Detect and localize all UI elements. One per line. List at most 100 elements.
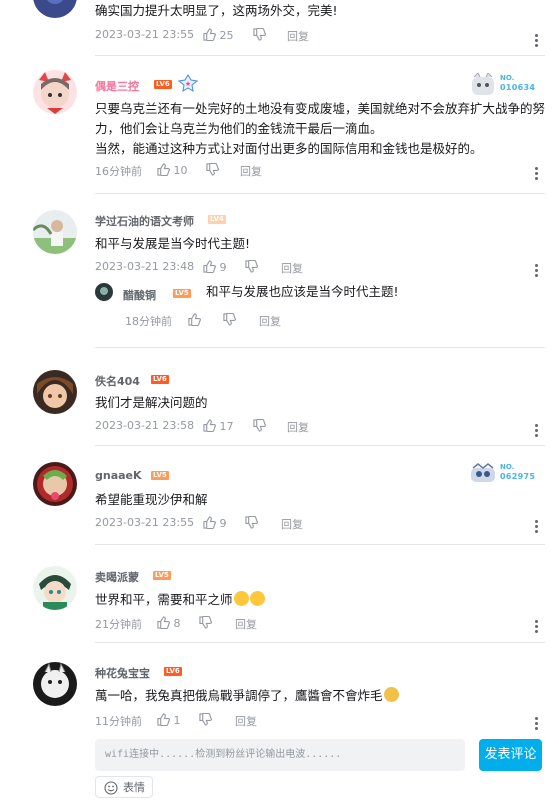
thumbs-up-icon — [203, 419, 216, 432]
thumbs-down-icon — [245, 516, 258, 529]
username[interactable]: 卖暍派蒙 — [95, 569, 139, 585]
thumbs-up-icon — [188, 313, 201, 326]
dislike-button[interactable] — [199, 713, 212, 727]
comment-time: 2023-03-21 23:55 — [95, 28, 195, 41]
emoji-button-label: 表情 — [123, 781, 145, 794]
dislike-button[interactable] — [245, 260, 258, 274]
reply-button[interactable]: 回复 — [235, 616, 257, 632]
comment-text: 和平与发展是当今时代主题! — [95, 236, 251, 251]
comment-composer: wifi连接中......检测到粉丝评论输出电波...... 发表评论 表情 — [0, 734, 559, 800]
like-button[interactable]: 17 — [203, 419, 234, 433]
like-count: 9 — [219, 261, 227, 274]
grin-emoji-icon — [233, 591, 249, 606]
username[interactable]: 偶是三控 — [95, 78, 139, 94]
like-count: 9 — [219, 517, 227, 530]
thumbs-down-icon — [199, 713, 212, 726]
level-badge: LV5 — [153, 571, 171, 580]
dislike-button[interactable] — [206, 163, 219, 177]
reply-button[interactable]: 回复 — [259, 313, 281, 329]
reply-avatar[interactable] — [95, 283, 113, 301]
reply-button[interactable]: 回复 — [281, 516, 303, 532]
more-vertical-icon[interactable] — [534, 167, 540, 181]
username[interactable]: 佚名404 — [95, 373, 140, 389]
username[interactable]: 学过石油的语文考师 — [95, 213, 194, 229]
comment-text-body: 世界和平，需要和平之师 — [95, 592, 233, 607]
like-count: 8 — [173, 617, 181, 630]
like-count: 25 — [219, 29, 234, 42]
level-badge: LV5 — [151, 471, 169, 480]
thumbs-down-icon — [253, 419, 266, 432]
thumbs-up-icon — [157, 616, 170, 629]
dislike-button[interactable] — [253, 419, 266, 433]
avatar[interactable] — [33, 566, 77, 610]
like-count: 10 — [173, 164, 188, 177]
username[interactable]: gnaaeK — [95, 469, 142, 482]
like-button[interactable]: 8 — [157, 616, 181, 630]
dislike-button[interactable] — [245, 516, 258, 530]
cat-emoji-icon — [383, 687, 399, 702]
send-comment-button[interactable]: 发表评论 — [479, 739, 542, 771]
like-button[interactable]: 25 — [203, 28, 234, 42]
more-vertical-icon[interactable] — [534, 34, 540, 48]
smiley-icon — [104, 781, 118, 795]
fan-badge-icon — [472, 72, 494, 95]
username[interactable]: 种花兔宝宝 — [95, 665, 150, 681]
reply-time: 18分钟前 — [125, 315, 172, 328]
grin-emoji-icon — [249, 591, 265, 606]
divider — [95, 55, 545, 56]
reply-button[interactable]: 回复 — [281, 260, 303, 276]
like-count: 1 — [173, 714, 181, 727]
level-badge: LV4 — [208, 215, 226, 224]
avatar[interactable] — [33, 662, 77, 706]
more-vertical-icon[interactable] — [534, 424, 540, 438]
reply-username[interactable]: 醋酸铜 — [123, 287, 156, 303]
fan-badge-label: NO. — [500, 463, 515, 471]
more-vertical-icon[interactable] — [534, 520, 540, 534]
like-button[interactable]: 9 — [203, 260, 227, 274]
divider — [95, 445, 545, 446]
medal-icon: ★ — [177, 74, 199, 92]
dislike-button[interactable] — [223, 313, 236, 327]
comment-text: 世界和平，需要和平之师 — [95, 590, 545, 610]
avatar[interactable] — [33, 70, 77, 114]
more-vertical-icon[interactable] — [534, 620, 540, 634]
level-badge: LV6 — [151, 375, 169, 384]
comment-time: 16分钟前 — [95, 165, 142, 178]
like-button[interactable] — [188, 313, 201, 327]
comment-text: 希望能重现沙伊和解 — [95, 492, 208, 507]
like-button[interactable]: 9 — [203, 516, 227, 530]
comment-input[interactable]: wifi连接中......检测到粉丝评论输出电波...... — [95, 739, 465, 771]
thumbs-up-icon — [157, 713, 170, 726]
comment-text: 萬一哈，我兔真把俄烏戰爭調停了，鷹醬會不會炸毛 — [95, 686, 545, 706]
reply-button[interactable]: 回复 — [235, 713, 257, 729]
fan-badge-number: 062975 — [500, 472, 536, 481]
comment-time: 2023-03-21 23:58 — [95, 419, 195, 432]
reply-button[interactable]: 回复 — [287, 28, 309, 44]
thumbs-down-icon — [223, 313, 236, 326]
svg-text:★: ★ — [185, 80, 191, 88]
like-button[interactable]: 10 — [157, 163, 188, 177]
comment-time: 11分钟前 — [95, 715, 142, 728]
dislike-button[interactable] — [253, 28, 266, 42]
level-badge: LV6 — [154, 80, 172, 89]
avatar[interactable] — [33, 462, 77, 506]
avatar[interactable] — [33, 0, 77, 18]
emoji-button[interactable]: 表情 — [95, 776, 153, 798]
dislike-button[interactable] — [199, 616, 212, 630]
divider — [95, 193, 545, 194]
like-count: 17 — [219, 420, 234, 433]
more-vertical-icon[interactable] — [534, 717, 540, 731]
more-vertical-icon[interactable] — [534, 264, 540, 278]
reply-button[interactable]: 回复 — [240, 163, 262, 179]
thumbs-down-icon — [199, 616, 212, 629]
thumbs-down-icon — [245, 260, 258, 273]
comment-time: 2023-03-21 23:48 — [95, 260, 195, 273]
avatar[interactable] — [33, 370, 77, 414]
divider — [95, 642, 545, 643]
comment-text-body: 萬一哈，我兔真把俄烏戰爭調停了，鷹醬會不會炸毛 — [95, 688, 383, 703]
like-button[interactable]: 1 — [157, 713, 181, 727]
reply-text: 和平与发展也应该是当今时代主题! — [206, 284, 399, 299]
reply-button[interactable]: 回复 — [287, 419, 309, 435]
avatar[interactable] — [33, 210, 77, 254]
divider — [95, 347, 545, 348]
